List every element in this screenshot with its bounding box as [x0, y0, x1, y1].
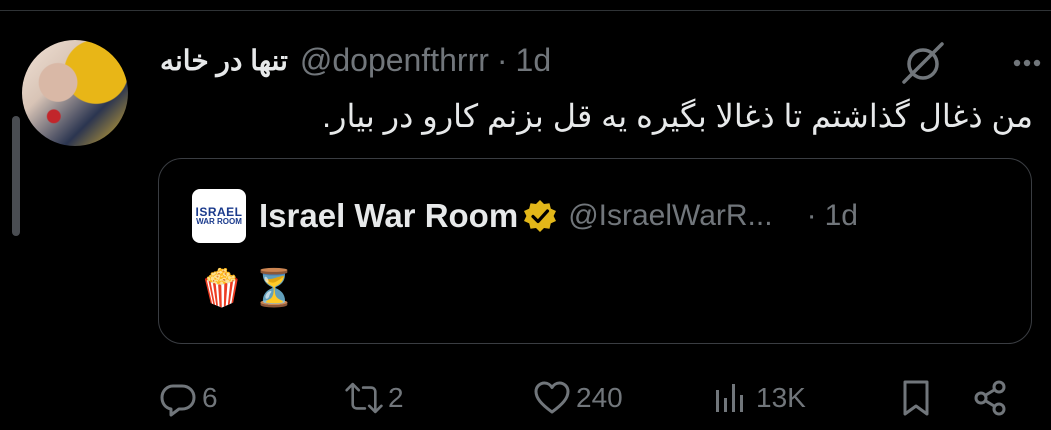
- views-button[interactable]: 13K: [712, 378, 806, 418]
- like-button[interactable]: 240: [532, 378, 623, 418]
- user-handle[interactable]: @dopenfthrrr: [300, 42, 489, 79]
- reply-icon: [160, 384, 196, 417]
- views-count: 13K: [756, 382, 806, 413]
- bookmark-icon: [903, 380, 929, 416]
- israel-war-room-logo: ISRAEL WAR ROOM: [195, 205, 243, 226]
- scrollbar[interactable]: [12, 116, 20, 236]
- more-options-icon[interactable]: [1003, 50, 1047, 76]
- quoted-tweet[interactable]: ISRAEL WAR ROOM Israel War Room @IsraelW…: [158, 158, 1032, 344]
- bookmark-button[interactable]: [896, 378, 936, 418]
- tweet-text: من ذغال گذاشتم تا ذغالا بگیره یه قل بزنم…: [322, 98, 1033, 134]
- action-bar: 6 2 240 13K: [0, 370, 1051, 426]
- quoted-avatar[interactable]: ISRAEL WAR ROOM: [192, 189, 246, 243]
- reply-button[interactable]: 6: [158, 378, 218, 418]
- quoted-header: Israel War Room @IsraelWarR... · 1d: [259, 196, 858, 236]
- quoted-display-name[interactable]: Israel War Room: [259, 197, 518, 235]
- avatar[interactable]: [22, 40, 128, 146]
- views-icon: [716, 384, 743, 412]
- quoted-separator: ·: [806, 199, 817, 232]
- heart-icon: [534, 381, 570, 414]
- share-icon: [974, 380, 1006, 416]
- quoted-text: 🍿 ⏳: [199, 264, 297, 314]
- hourglass-emoji: ⏳: [251, 267, 297, 308]
- retweet-button[interactable]: 2: [344, 378, 404, 418]
- quoted-timestamp[interactable]: 1d: [825, 199, 858, 233]
- popcorn-emoji: 🍿: [199, 267, 244, 308]
- tweet-header: تنها در خانه @dopenfthrrr · 1d: [160, 40, 551, 80]
- grok-icon[interactable]: [898, 40, 948, 86]
- quoted-handle[interactable]: @IsraelWarR...: [568, 199, 772, 233]
- retweet-icon: [345, 382, 383, 414]
- like-count: 240: [576, 382, 623, 413]
- retweet-count: 2: [388, 382, 404, 413]
- separator-dot: ·: [496, 41, 508, 78]
- reply-count: 6: [202, 382, 218, 413]
- timestamp[interactable]: 1d: [516, 42, 552, 79]
- display-name[interactable]: تنها در خانه: [160, 44, 288, 77]
- top-divider: [0, 10, 1051, 11]
- verified-badge-icon: [524, 200, 557, 232]
- share-button[interactable]: [970, 378, 1010, 418]
